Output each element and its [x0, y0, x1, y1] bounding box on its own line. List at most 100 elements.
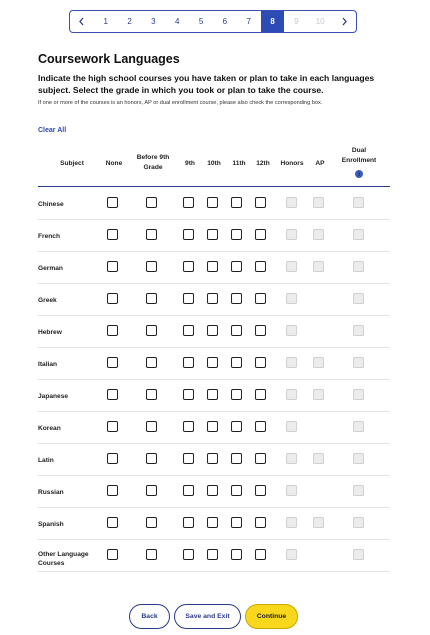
page-1-button[interactable]: 1: [94, 11, 118, 32]
save-and-exit-button[interactable]: Save and Exit: [174, 604, 241, 629]
checkbox-before9[interactable]: [146, 229, 157, 240]
checkbox-g11[interactable]: [231, 549, 242, 560]
checkbox-g10[interactable]: [207, 453, 218, 464]
checkbox-dual: [353, 549, 364, 560]
next-page-button[interactable]: [332, 11, 356, 32]
checkbox-g12[interactable]: [255, 453, 266, 464]
checkbox-g11[interactable]: [231, 261, 242, 272]
checkbox-g9[interactable]: [183, 485, 194, 496]
checkbox-g9[interactable]: [183, 325, 194, 336]
checkbox-g12[interactable]: [255, 421, 266, 432]
checkbox-g12[interactable]: [255, 549, 266, 560]
checkbox-g11[interactable]: [231, 357, 242, 368]
checkbox-none[interactable]: [107, 357, 118, 368]
checkbox-none[interactable]: [107, 197, 118, 208]
checkbox-none[interactable]: [107, 453, 118, 464]
checkbox-g11[interactable]: [231, 325, 242, 336]
checkbox-none[interactable]: [107, 421, 118, 432]
header-dual-enrollment: Dual Enrollment: [341, 147, 377, 164]
checkbox-none[interactable]: [107, 485, 118, 496]
checkbox-dual: [353, 421, 364, 432]
checkbox-none[interactable]: [107, 325, 118, 336]
checkbox-before9[interactable]: [146, 453, 157, 464]
checkbox-g9[interactable]: [183, 293, 194, 304]
checkbox-before9[interactable]: [146, 389, 157, 400]
checkbox-honors: [286, 229, 297, 240]
checkbox-g10[interactable]: [207, 293, 218, 304]
checkbox-g9[interactable]: [183, 261, 194, 272]
page-3-button[interactable]: 3: [141, 11, 165, 32]
checkbox-g9[interactable]: [183, 229, 194, 240]
checkbox-g9[interactable]: [183, 549, 194, 560]
checkbox-g12[interactable]: [255, 261, 266, 272]
checkbox-before9[interactable]: [146, 485, 157, 496]
checkbox-g12[interactable]: [255, 229, 266, 240]
checkbox-g11[interactable]: [231, 293, 242, 304]
checkbox-none[interactable]: [107, 261, 118, 272]
page-6-button[interactable]: 6: [213, 11, 237, 32]
checkbox-g12[interactable]: [255, 293, 266, 304]
page-7-button[interactable]: 7: [237, 11, 261, 32]
table-header: Subject None Before 9th Grade 9th 10th 1…: [0, 145, 430, 187]
checkbox-before9[interactable]: [146, 197, 157, 208]
page-4-button[interactable]: 4: [165, 11, 189, 32]
prev-page-button[interactable]: [70, 11, 94, 32]
checkbox-none[interactable]: [107, 229, 118, 240]
checkbox-g9[interactable]: [183, 197, 194, 208]
checkbox-before9[interactable]: [146, 357, 157, 368]
checkbox-g10[interactable]: [207, 357, 218, 368]
checkbox-g9[interactable]: [183, 357, 194, 368]
checkbox-g12[interactable]: [255, 197, 266, 208]
checkbox-g9[interactable]: [183, 453, 194, 464]
checkbox-g11[interactable]: [231, 517, 242, 528]
checkbox-none[interactable]: [107, 293, 118, 304]
checkbox-dual: [353, 517, 364, 528]
checkbox-g11[interactable]: [231, 197, 242, 208]
checkbox-g12[interactable]: [255, 517, 266, 528]
info-icon[interactable]: i: [355, 170, 363, 178]
checkbox-g11[interactable]: [231, 389, 242, 400]
header-9th: 9th: [185, 160, 195, 167]
clear-all-link[interactable]: Clear All: [38, 127, 66, 134]
checkbox-g11[interactable]: [231, 421, 242, 432]
checkbox-before9[interactable]: [146, 325, 157, 336]
checkbox-g10[interactable]: [207, 485, 218, 496]
checkbox-none[interactable]: [107, 517, 118, 528]
page-title: Coursework Languages: [38, 52, 180, 66]
checkbox-before9[interactable]: [146, 517, 157, 528]
continue-button[interactable]: Continue: [245, 604, 298, 629]
checkbox-before9[interactable]: [146, 549, 157, 560]
checkbox-g10[interactable]: [207, 197, 218, 208]
checkbox-g10[interactable]: [207, 325, 218, 336]
checkbox-honors: [286, 421, 297, 432]
checkbox-g12[interactable]: [255, 357, 266, 368]
checkbox-g12[interactable]: [255, 485, 266, 496]
checkbox-g10[interactable]: [207, 517, 218, 528]
checkbox-before9[interactable]: [146, 421, 157, 432]
checkbox-g9[interactable]: [183, 421, 194, 432]
back-button[interactable]: Back: [129, 604, 170, 629]
checkbox-g10[interactable]: [207, 261, 218, 272]
checkbox-g12[interactable]: [255, 325, 266, 336]
header-11th: 11th: [232, 160, 246, 167]
subject-label: Japanese: [38, 393, 69, 400]
checkbox-g10[interactable]: [207, 389, 218, 400]
checkbox-g11[interactable]: [231, 485, 242, 496]
checkbox-g11[interactable]: [231, 229, 242, 240]
checkbox-g10[interactable]: [207, 549, 218, 560]
page-8-button[interactable]: 8: [260, 11, 285, 32]
checkbox-g11[interactable]: [231, 453, 242, 464]
checkbox-before9[interactable]: [146, 261, 157, 272]
checkbox-none[interactable]: [107, 389, 118, 400]
checkbox-g10[interactable]: [207, 229, 218, 240]
checkbox-g9[interactable]: [183, 389, 194, 400]
checkbox-before9[interactable]: [146, 293, 157, 304]
subject-label: German: [38, 265, 63, 272]
checkbox-g12[interactable]: [255, 389, 266, 400]
page-5-button[interactable]: 5: [189, 11, 213, 32]
checkbox-g9[interactable]: [183, 517, 194, 528]
page-2-button[interactable]: 2: [118, 11, 142, 32]
checkbox-dual: [353, 357, 364, 368]
checkbox-g10[interactable]: [207, 421, 218, 432]
checkbox-none[interactable]: [107, 549, 118, 560]
